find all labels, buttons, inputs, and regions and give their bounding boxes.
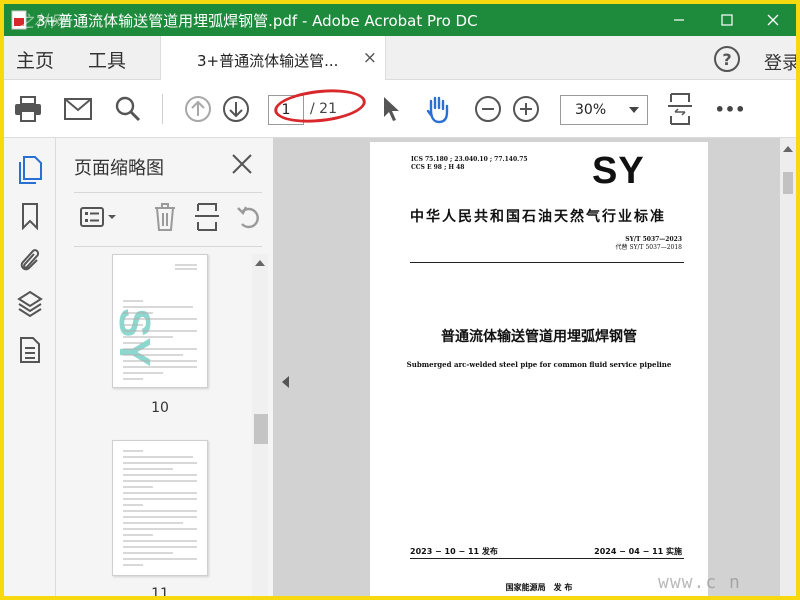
thumbnail-page-number: 10 — [151, 400, 169, 416]
pdf-page: ICS 75.180 ; 23.040.10 ; 77.140.75 CCS E… — [370, 142, 708, 596]
minimize-button[interactable] — [656, 4, 702, 36]
search-icon — [115, 96, 141, 122]
page-thumbnails-icon — [19, 156, 42, 184]
hand-tool-button[interactable] — [422, 93, 454, 125]
toolbar-divider — [162, 94, 163, 124]
close-icon — [232, 154, 252, 174]
issue-date: 2023 − 10 − 11 发布 — [410, 547, 498, 556]
menu-home[interactable]: 主页 — [16, 46, 54, 73]
chevron-down-icon — [629, 107, 639, 113]
maximize-icon — [721, 14, 733, 26]
arrow-down-circle-icon — [223, 96, 249, 122]
help-icon[interactable]: ? — [714, 46, 740, 72]
print-button[interactable] — [12, 93, 44, 125]
footer-rule — [410, 558, 684, 559]
document-tab-label: 3+普通流体输送管... — [197, 52, 339, 70]
panel-divider — [74, 192, 262, 193]
thumbnail-page-number: 11 — [151, 586, 169, 596]
zoom-value: 30% — [575, 102, 607, 118]
prev-page-button[interactable] — [182, 93, 214, 125]
document-icon — [20, 337, 40, 363]
layers-icon — [17, 290, 43, 318]
zoom-in-icon — [513, 96, 539, 122]
arrow-up-circle-icon — [185, 96, 211, 122]
bookmarks-button[interactable] — [16, 202, 44, 230]
attachments-button[interactable] — [16, 246, 44, 274]
left-navigation-rail — [4, 138, 56, 596]
scrollbar-thumb[interactable] — [783, 172, 793, 194]
close-icon — [767, 14, 779, 26]
thumbnail-page-10[interactable]: SY — [112, 254, 208, 388]
document-title-cn: 普通流体输送管道用埋弧焊钢管 — [441, 329, 637, 345]
thumbnail-page-11-preview — [123, 450, 197, 566]
trash-icon — [155, 203, 175, 231]
minimize-icon — [674, 19, 684, 21]
insert-page-icon — [195, 203, 219, 231]
standard-code: SY/T 5037—2023 代替 SY/T 5037—2018 — [616, 236, 682, 252]
document-properties-button[interactable] — [16, 336, 44, 364]
zoom-out-button[interactable] — [472, 93, 504, 125]
hand-icon — [426, 96, 449, 124]
replaces-note: 代替 SY/T 5037—2018 — [615, 244, 682, 251]
panel-close-button[interactable] — [228, 150, 256, 178]
rotate-page-button[interactable] — [234, 202, 264, 232]
search-button[interactable] — [112, 93, 144, 125]
scroll-up-icon[interactable] — [255, 260, 265, 266]
print-icon — [15, 96, 41, 122]
envelope-icon — [64, 98, 92, 120]
thumbnail-page-11[interactable] — [112, 440, 208, 576]
ccs-line: CCS E 98 ; H 48 — [411, 164, 465, 171]
document-title-en: Submerged arc-welded steel pipe for comm… — [406, 360, 672, 369]
effective-date: 2024 − 04 − 11 实施 — [594, 547, 682, 556]
maximize-button[interactable] — [704, 4, 750, 36]
select-tool-button[interactable] — [376, 93, 408, 125]
login-button[interactable]: 登录 — [764, 49, 796, 75]
document-viewer[interactable]: ICS 75.180 ; 23.040.10 ; 77.140.75 CCS E… — [274, 138, 796, 596]
scrollbar-thumb[interactable] — [254, 414, 268, 444]
scroll-up-icon[interactable] — [783, 146, 793, 152]
highlight-ellipse — [272, 85, 368, 127]
page-thumbnails-button[interactable] — [16, 156, 44, 184]
close-button[interactable] — [750, 4, 796, 36]
zoom-out-icon — [475, 96, 501, 122]
more-tools-button[interactable]: ••• — [714, 93, 746, 125]
email-button[interactable] — [62, 93, 94, 125]
panel-title: 页面缩略图 — [74, 158, 164, 179]
standard-number: SY/T 5037—2023 — [625, 236, 682, 243]
paperclip-icon — [20, 249, 40, 271]
document-scrollbar[interactable] — [780, 138, 796, 596]
sy-logo: SY — [592, 150, 645, 192]
title-bar[interactable]: 之林网 3+普通流体输送管道用埋弧焊钢管.pdf - Adobe Acrobat… — [4, 4, 796, 36]
ics-code: ICS 75.180 ; 23.040.10 ; 77.140.75 CCS E… — [411, 156, 528, 172]
standard-name: 中华人民共和国石油天然气行业标准 — [410, 209, 666, 225]
menu-bar: 主页 工具 3+普通流体输送管... × ? 登录 — [4, 36, 796, 81]
document-tab-close-icon[interactable]: × — [363, 48, 377, 68]
zoom-in-button[interactable] — [510, 93, 542, 125]
thumbnails-panel: 页面缩略图 10 11 — [56, 138, 274, 596]
pointer-cursor-icon — [384, 97, 399, 121]
thumbnails-scrollbar[interactable] — [252, 254, 268, 596]
zoom-dropdown[interactable]: 30% — [560, 95, 648, 125]
layers-button[interactable] — [16, 290, 44, 318]
watermark-right: www.c n — [658, 572, 741, 593]
window-title: 3+普通流体输送管道用埋弧焊钢管.pdf - Adobe Acrobat Pro… — [36, 12, 478, 30]
thumbnail-page-10-preview: SY — [113, 264, 197, 380]
delete-page-button[interactable] — [150, 202, 180, 232]
fit-page-icon — [668, 93, 692, 125]
ics-line: ICS 75.180 ; 23.040.10 ; 77.140.75 — [411, 156, 528, 163]
list-options-icon — [80, 207, 116, 227]
thumbnail-options-button[interactable] — [80, 202, 120, 232]
collapse-panel-icon[interactable] — [282, 376, 289, 388]
rotate-icon — [237, 206, 259, 229]
acrobat-window: 之林网 3+普通流体输送管道用埋弧焊钢管.pdf - Adobe Acrobat… — [4, 4, 796, 596]
header-rule — [410, 262, 684, 263]
toolbar: 1 / 21 30% ••• — [4, 80, 796, 138]
document-tab[interactable]: 3+普通流体输送管... × — [160, 36, 386, 81]
fit-page-button[interactable] — [664, 93, 696, 125]
insert-page-button[interactable] — [192, 202, 222, 232]
menu-tools[interactable]: 工具 — [88, 46, 126, 73]
next-page-button[interactable] — [220, 93, 252, 125]
bookmark-icon — [22, 203, 38, 230]
panel-divider-lower — [74, 246, 262, 247]
